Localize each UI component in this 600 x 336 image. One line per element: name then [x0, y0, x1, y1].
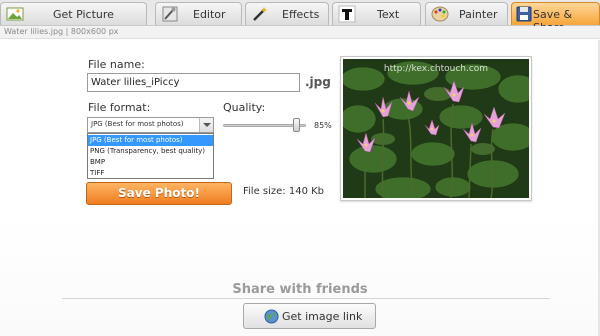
file-extension: .jpg [305, 75, 331, 89]
tab-get-picture[interactable]: Get Picture [0, 2, 147, 25]
tab-label: Painter [459, 8, 498, 21]
format-option-png[interactable]: PNG (Transparency, best quality) [88, 146, 213, 157]
globe-icon [264, 309, 279, 324]
format-option-jpg[interactable]: JPG (Best for most photos) [88, 135, 213, 146]
quality-slider-handle[interactable] [293, 118, 300, 132]
get-image-link-label: Get image link [282, 310, 363, 323]
palette-icon [431, 6, 449, 22]
quality-value: 85% [314, 121, 332, 130]
chevron-down-icon[interactable] [199, 118, 213, 132]
quality-label: Quality: [223, 101, 266, 114]
water-lilies-image: http://kex.chtouch.com [343, 59, 529, 198]
format-label: File format: [88, 101, 151, 114]
get-image-link-button[interactable]: Get image link [243, 303, 376, 329]
file-info-bar: Water lilies.jpg | 800x600 px [0, 26, 600, 39]
format-option-bmp[interactable]: BMP [88, 157, 213, 168]
filename-label: File name: [88, 58, 145, 71]
wand-icon [253, 7, 267, 21]
format-select[interactable]: JPG (Best for most photos) [87, 117, 214, 133]
tab-save-share[interactable]: Save & Share [511, 2, 600, 34]
save-icon [516, 6, 532, 22]
format-dropdown-list: JPG (Best for most photos) PNG (Transpar… [87, 133, 214, 179]
save-photo-button[interactable]: Save Photo! [86, 182, 232, 205]
tab-editor[interactable]: Editor [155, 2, 242, 25]
tab-label: Effects [282, 8, 320, 21]
tab-label: Get Picture [53, 8, 114, 21]
tools-icon [162, 6, 178, 22]
tab-label: Text [377, 8, 400, 21]
share-title: Share with friends [232, 282, 368, 297]
tab-bar: Get Picture Editor Effects Text Painter … [0, 0, 600, 34]
format-option-tiff[interactable]: TIFF [88, 168, 213, 179]
photo-icon [6, 7, 24, 21]
tab-painter[interactable]: Painter [425, 2, 508, 25]
photo-preview: http://kex.chtouch.com [340, 56, 532, 201]
photo-watermark: http://kex.chtouch.com [384, 64, 488, 74]
text-t-icon [338, 5, 356, 23]
tab-label: Editor [193, 8, 226, 21]
divider [62, 298, 550, 299]
tab-effects[interactable]: Effects [245, 2, 329, 25]
tab-text[interactable]: Text [332, 2, 421, 25]
file-info-text: Water lilies.jpg | 800x600 px [4, 27, 119, 36]
file-size-text: File size: 140 Kb [243, 186, 325, 197]
filename-input[interactable]: Water lilies_iPiccy [87, 73, 300, 92]
format-selected-value: JPG (Best for most photos) [91, 120, 184, 128]
